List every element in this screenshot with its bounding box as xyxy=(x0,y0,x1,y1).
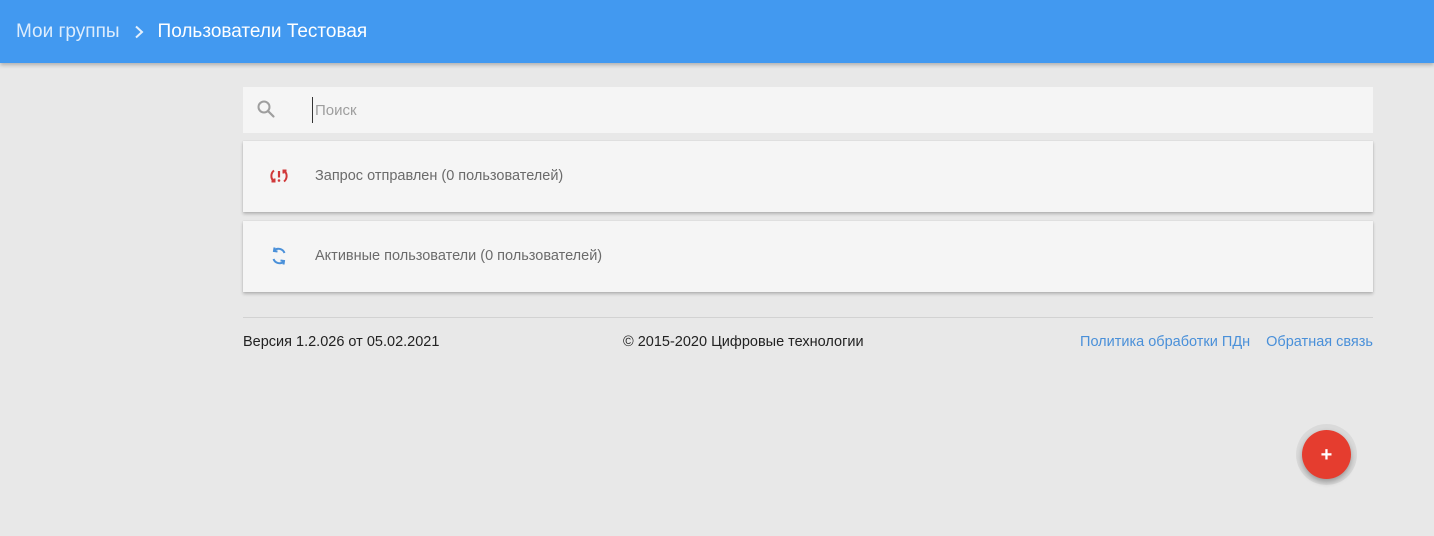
panel-label: Запрос отправлен (0 пользователей) xyxy=(315,168,564,184)
footer-divider xyxy=(243,317,1373,318)
sync-problem-icon xyxy=(268,165,290,187)
panel-label: Активные пользователи (0 пользователей) xyxy=(315,248,603,264)
panel-request-sent[interactable]: Запрос отправлен (0 пользователей) xyxy=(243,141,1373,212)
search-input[interactable] xyxy=(312,97,1355,123)
breadcrumb-root-link[interactable]: Мои группы xyxy=(16,21,120,43)
footer-links: Политика обработки ПДн Обратная связь xyxy=(1080,334,1373,350)
add-button[interactable]: + xyxy=(1302,430,1351,479)
version-text: Версия 1.2.026 от 05.02.2021 xyxy=(243,334,440,350)
copyright-text: © 2015-2020 Цифровые технологии xyxy=(623,334,864,350)
footer: Версия 1.2.026 от 05.02.2021 © 2015-2020… xyxy=(243,334,1373,354)
sync-icon xyxy=(268,245,290,267)
search-bar xyxy=(243,87,1373,133)
panel-active-users[interactable]: Активные пользователи (0 пользователей) xyxy=(243,221,1373,292)
search-icon xyxy=(256,99,276,119)
add-icon: + xyxy=(1320,443,1333,466)
page-title: Пользователи Тестовая xyxy=(157,20,368,42)
privacy-policy-link[interactable]: Политика обработки ПДн xyxy=(1080,334,1250,350)
chevron-right-icon xyxy=(132,25,146,39)
feedback-link[interactable]: Обратная связь xyxy=(1266,334,1373,350)
app-header: Мои группы Пользователи Тестовая xyxy=(0,0,1434,63)
